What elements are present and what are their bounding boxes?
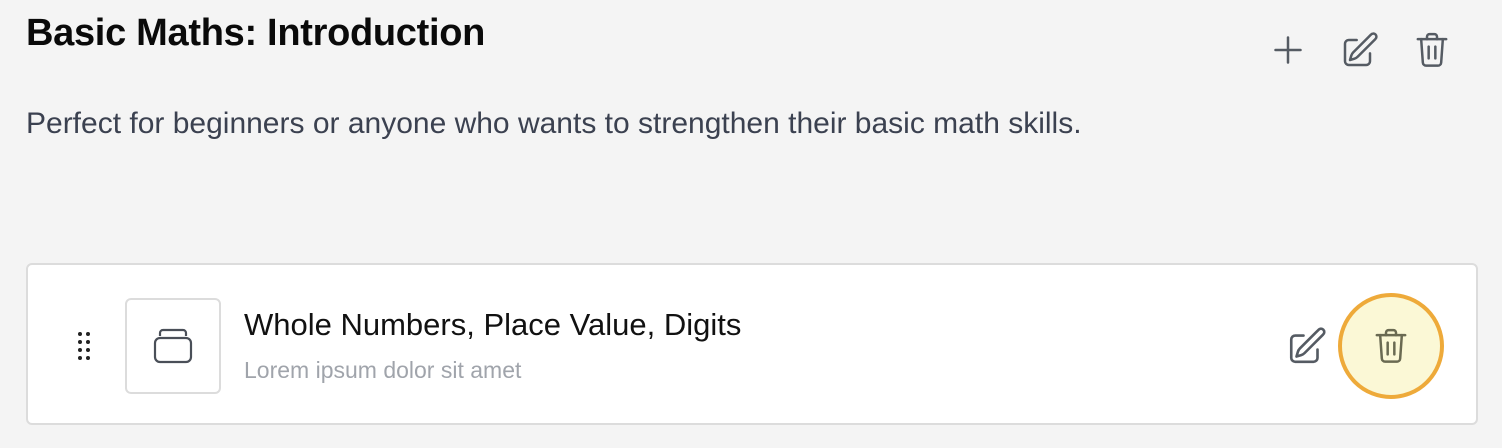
section-description: Perfect for beginners or anyone who want… [26,107,1082,140]
delete-section-button[interactable] [1410,28,1454,72]
delete-lesson-button[interactable] [1338,293,1444,399]
edit-lesson-button[interactable] [1282,321,1332,371]
course-section: Basic Maths: Introduction Perfect for be… [0,0,1502,448]
lesson-thumbnail [125,298,221,394]
stack-icon [153,328,193,364]
trash-icon [1416,32,1448,67]
pencil-square-icon [1343,32,1378,67]
section-title: Basic Maths: Introduction [26,12,486,54]
lesson-card[interactable]: Whole Numbers, Place Value, Digits Lorem… [26,263,1478,425]
lesson-subtitle: Lorem ipsum dolor sit amet [244,357,522,383]
edit-section-button[interactable] [1338,28,1382,72]
section-actions [1266,28,1454,72]
add-button[interactable] [1266,28,1310,72]
trash-icon [1375,328,1407,363]
pencil-square-icon [1289,327,1326,364]
drag-handle-icon[interactable] [76,331,92,361]
lesson-title: Whole Numbers, Place Value, Digits [244,307,742,342]
plus-icon [1274,36,1302,64]
